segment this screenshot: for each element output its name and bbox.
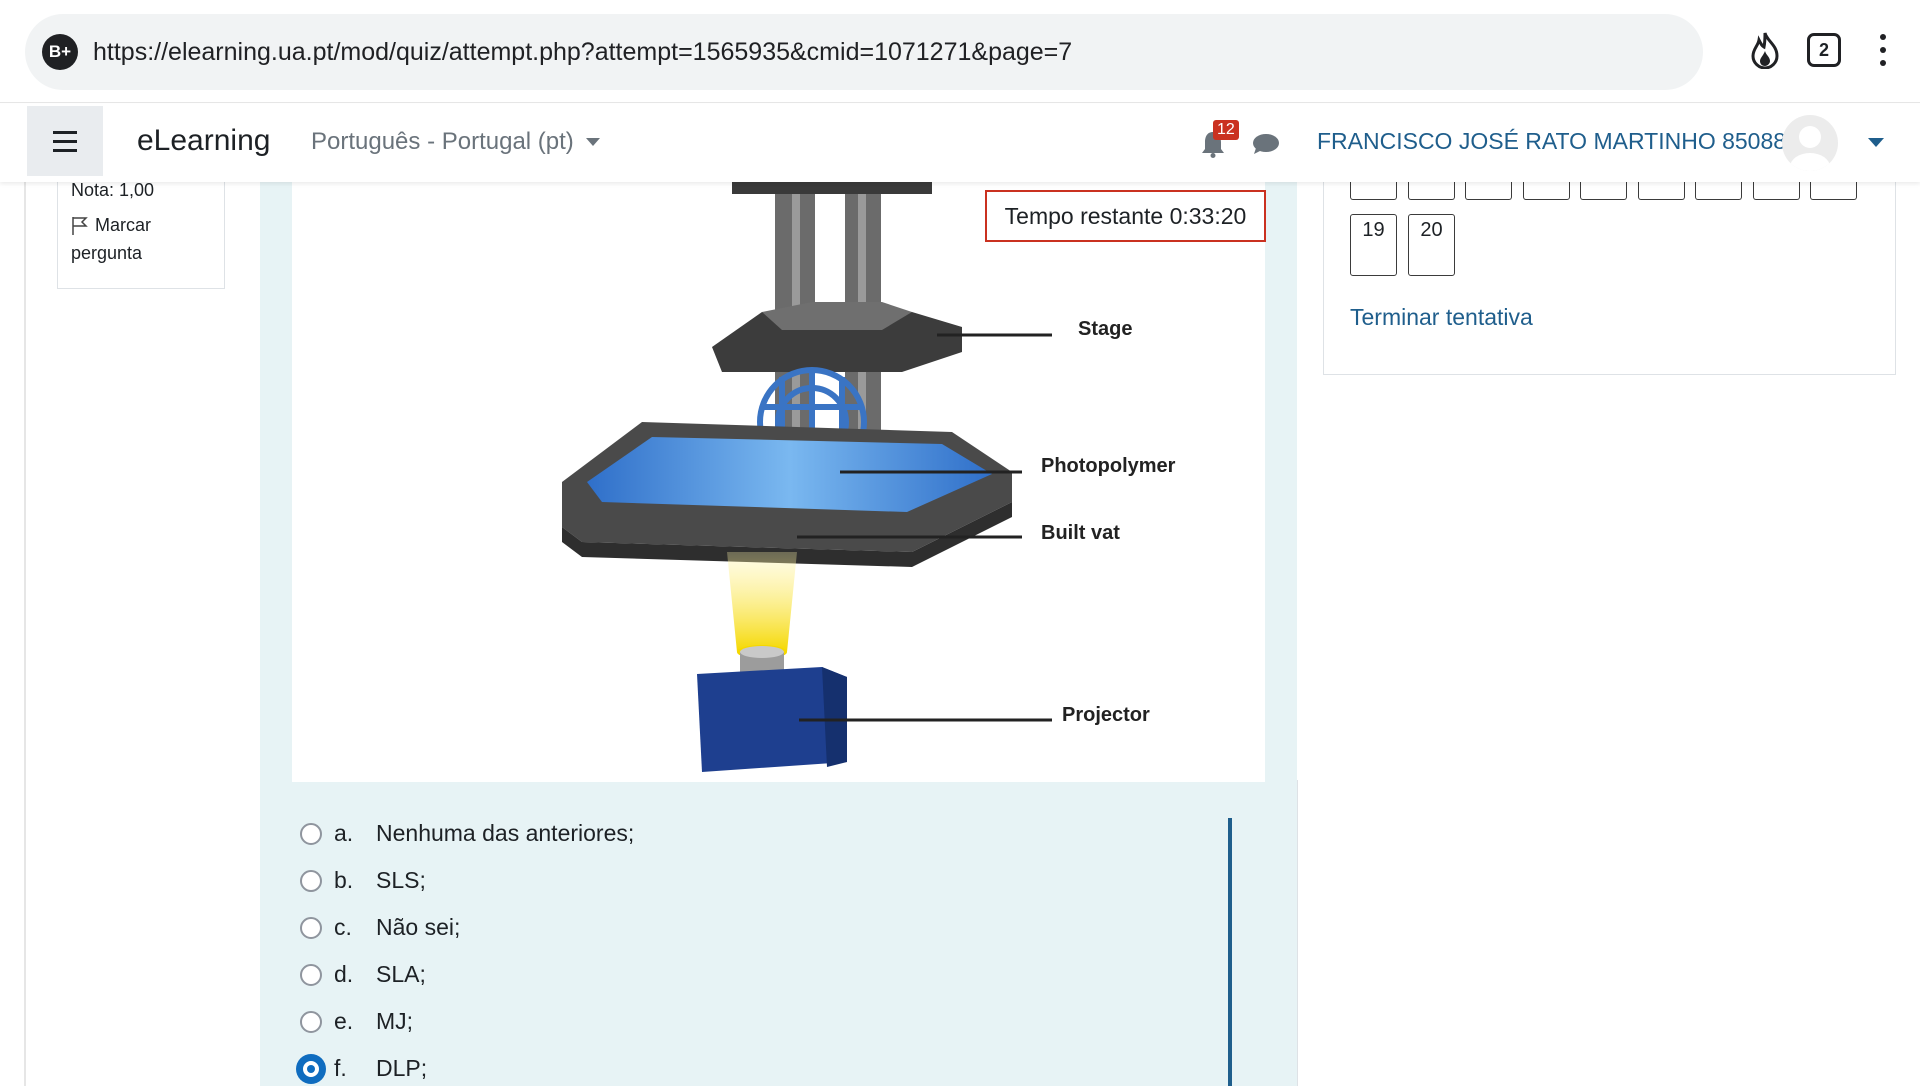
user-menu-chevron-icon[interactable] bbox=[1868, 138, 1884, 147]
answer-text: Nenhuma das anteriores; bbox=[376, 820, 635, 846]
dlp-printer-diagram: Stage Photopolymer Built vat Projector bbox=[292, 182, 1265, 782]
answer-letter: f. bbox=[334, 1055, 347, 1081]
hamburger-menu-icon[interactable] bbox=[27, 106, 103, 176]
flag-icon bbox=[72, 217, 88, 235]
answer-text: MJ; bbox=[376, 1008, 414, 1034]
chevron-down-icon bbox=[585, 138, 600, 146]
answer-letter: b. bbox=[334, 867, 354, 893]
answer-letter: e. bbox=[334, 1008, 354, 1034]
answer-text: SLS; bbox=[376, 867, 426, 893]
answer-letter: c. bbox=[334, 914, 352, 940]
label-photopolymer: Photopolymer bbox=[1041, 455, 1176, 477]
answer-option-c[interactable]: c. Não sei; bbox=[300, 914, 460, 941]
question-content: Stage Photopolymer Built vat Projector bbox=[260, 182, 1297, 1086]
language-label: Português - Portugal (pt) bbox=[311, 128, 574, 155]
answer-text: SLA; bbox=[376, 961, 426, 987]
label-built-vat: Built vat bbox=[1041, 522, 1120, 544]
site-info-icon[interactable]: B+ bbox=[42, 34, 78, 70]
site-navbar: eLearning Português - Portugal (pt) 12 F… bbox=[0, 104, 1920, 182]
radio-button[interactable] bbox=[300, 963, 322, 986]
notification-count-badge: 12 bbox=[1213, 120, 1239, 140]
answer-option-a[interactable]: a. Nenhuma das anteriores; bbox=[300, 820, 634, 847]
flag-question-button[interactable]: Marcar pergunta bbox=[71, 211, 211, 267]
chat-icon[interactable] bbox=[1252, 133, 1280, 155]
column-divider bbox=[1297, 780, 1298, 1086]
finish-attempt-link[interactable]: Terminar tentativa bbox=[1350, 304, 1533, 331]
quiz-navigation-panel: 19 20 Terminar tentativa bbox=[1323, 164, 1896, 375]
answer-text: Não sei; bbox=[376, 914, 461, 940]
language-selector[interactable]: Português - Portugal (pt) bbox=[311, 128, 600, 156]
answer-option-d[interactable]: d. SLA; bbox=[300, 961, 426, 988]
browser-menu-icon[interactable] bbox=[1875, 30, 1891, 70]
radio-button[interactable] bbox=[300, 916, 322, 939]
url-text[interactable]: https://elearning.ua.pt/mod/quiz/attempt… bbox=[93, 38, 1072, 67]
flag-label-line1: Marcar bbox=[95, 215, 152, 235]
user-avatar[interactable] bbox=[1782, 115, 1838, 171]
flag-label-line2: pergunta bbox=[71, 243, 143, 263]
radio-button[interactable] bbox=[300, 1010, 322, 1033]
question-nav-button-20[interactable]: 20 bbox=[1408, 214, 1455, 276]
label-stage: Stage bbox=[1078, 318, 1133, 340]
answer-block-rule bbox=[1228, 818, 1232, 1086]
radio-button[interactable] bbox=[300, 822, 322, 845]
label-projector: Projector bbox=[1062, 704, 1150, 726]
question-info-box: Nota: 1,00 Marcar pergunta bbox=[57, 170, 225, 289]
address-bar[interactable]: B+ https://elearning.ua.pt/mod/quiz/atte… bbox=[25, 14, 1703, 90]
drawer-border bbox=[24, 182, 26, 1086]
radio-button-selected[interactable] bbox=[300, 1057, 322, 1080]
answer-text: DLP; bbox=[376, 1055, 428, 1081]
flame-icon[interactable] bbox=[1747, 30, 1783, 70]
answer-option-f[interactable]: f. DLP; bbox=[300, 1055, 427, 1082]
answer-option-e[interactable]: e. MJ; bbox=[300, 1008, 413, 1035]
answer-letter: d. bbox=[334, 961, 354, 987]
radio-button[interactable] bbox=[300, 869, 322, 892]
tab-switcher-button[interactable]: 2 bbox=[1807, 33, 1841, 67]
site-brand[interactable]: eLearning bbox=[137, 124, 270, 158]
answer-option-b[interactable]: b. SLS; bbox=[300, 867, 426, 894]
answer-letter: a. bbox=[334, 820, 354, 846]
quiz-timer: Tempo restante 0:33:20 bbox=[985, 190, 1266, 242]
user-name[interactable]: FRANCISCO JOSÉ RATO MARTINHO 85088 bbox=[1317, 128, 1786, 155]
browser-toolbar: B+ https://elearning.ua.pt/mod/quiz/atte… bbox=[0, 0, 1920, 103]
question-grade: Nota: 1,00 bbox=[71, 180, 155, 200]
question-nav-button-19[interactable]: 19 bbox=[1350, 214, 1397, 276]
